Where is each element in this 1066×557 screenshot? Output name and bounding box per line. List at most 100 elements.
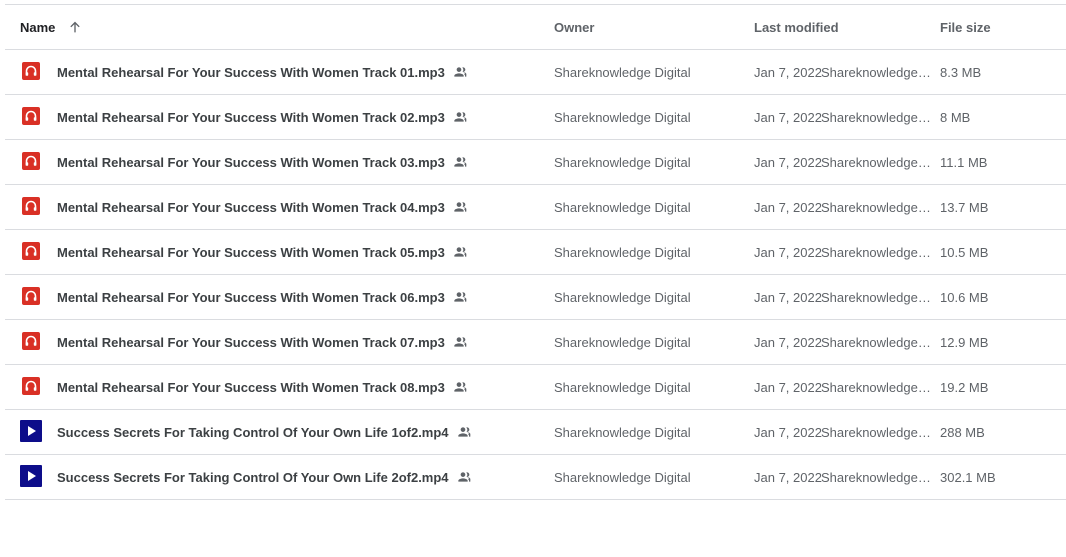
table-row[interactable]: Mental Rehearsal For Your Success With W… <box>5 50 1066 95</box>
file-name-cell[interactable]: Mental Rehearsal For Your Success With W… <box>57 185 469 229</box>
modified-date-cell: Jan 7, 2022 <box>754 199 822 215</box>
modified-by-cell: Shareknowledge D... <box>821 95 933 139</box>
modified-by-cell: Shareknowledge D... <box>821 455 933 499</box>
file-size-cell: 8.3 MB <box>940 64 982 80</box>
table-row[interactable]: Success Secrets For Taking Control Of Yo… <box>5 410 1066 455</box>
table-row[interactable]: Mental Rehearsal For Your Success With W… <box>5 275 1066 320</box>
table-row[interactable]: Mental Rehearsal For Your Success With W… <box>5 95 1066 140</box>
shared-people-icon <box>453 154 469 170</box>
owner-cell: Shareknowledge Digital <box>554 109 691 125</box>
file-list: Name Owner Last modified File size Menta… <box>5 5 1066 500</box>
file-size-cell: 12.9 MB <box>940 334 989 350</box>
shared-people-icon <box>457 469 473 485</box>
modified-by: Shareknowledge D... <box>821 469 933 485</box>
column-header-owner-label: Owner <box>554 19 595 35</box>
modified-by-cell: Shareknowledge D... <box>821 140 933 184</box>
file-name: Mental Rehearsal For Your Success With W… <box>57 199 445 215</box>
audio-file-icon <box>20 195 42 217</box>
shared-people-icon <box>453 289 469 305</box>
file-name-cell[interactable]: Mental Rehearsal For Your Success With W… <box>57 275 469 319</box>
arrow-up-icon[interactable] <box>67 19 83 35</box>
column-header-file-size-label: File size <box>940 19 991 35</box>
file-name: Mental Rehearsal For Your Success With W… <box>57 154 445 170</box>
column-header-last-modified-label: Last modified <box>754 19 839 35</box>
file-name-cell[interactable]: Mental Rehearsal For Your Success With W… <box>57 365 469 409</box>
modified-by-cell: Shareknowledge D... <box>821 50 933 94</box>
modified-by: Shareknowledge D... <box>821 64 933 80</box>
file-name-cell[interactable]: Mental Rehearsal For Your Success With W… <box>57 50 469 94</box>
modified-date-cell: Jan 7, 2022 <box>754 289 822 305</box>
file-name: Mental Rehearsal For Your Success With W… <box>57 379 445 395</box>
modified-by-cell: Shareknowledge D... <box>821 320 933 364</box>
file-name-cell[interactable]: Success Secrets For Taking Control Of Yo… <box>57 455 473 499</box>
modified-by: Shareknowledge D... <box>821 199 933 215</box>
table-row[interactable]: Success Secrets For Taking Control Of Yo… <box>5 455 1066 500</box>
modified-by-cell: Shareknowledge D... <box>821 185 933 229</box>
file-name: Mental Rehearsal For Your Success With W… <box>57 334 445 350</box>
modified-by: Shareknowledge D... <box>821 109 933 125</box>
file-size-cell: 302.1 MB <box>940 469 996 485</box>
video-file-icon <box>20 420 42 442</box>
table-row[interactable]: Mental Rehearsal For Your Success With W… <box>5 230 1066 275</box>
modified-by: Shareknowledge D... <box>821 244 933 260</box>
column-header-last-modified[interactable]: Last modified <box>754 5 839 49</box>
file-name-cell[interactable]: Success Secrets For Taking Control Of Yo… <box>57 410 473 454</box>
file-name: Mental Rehearsal For Your Success With W… <box>57 244 445 260</box>
list-header: Name Owner Last modified File size <box>5 5 1066 50</box>
modified-date-cell: Jan 7, 2022 <box>754 64 822 80</box>
file-rows: Mental Rehearsal For Your Success With W… <box>5 50 1066 500</box>
shared-people-icon <box>453 334 469 350</box>
file-size-cell: 10.5 MB <box>940 244 989 260</box>
owner-cell: Shareknowledge Digital <box>554 424 691 440</box>
modified-by-cell: Shareknowledge D... <box>821 410 933 454</box>
modified-date-cell: Jan 7, 2022 <box>754 334 822 350</box>
column-header-name[interactable]: Name <box>20 5 83 49</box>
file-name: Success Secrets For Taking Control Of Yo… <box>57 469 449 485</box>
audio-file-icon <box>20 105 42 127</box>
owner-cell: Shareknowledge Digital <box>554 64 691 80</box>
shared-people-icon <box>453 244 469 260</box>
shared-people-icon <box>457 424 473 440</box>
owner-cell: Shareknowledge Digital <box>554 334 691 350</box>
column-header-name-label: Name <box>20 19 56 35</box>
owner-cell: Shareknowledge Digital <box>554 244 691 260</box>
table-row[interactable]: Mental Rehearsal For Your Success With W… <box>5 320 1066 365</box>
owner-cell: Shareknowledge Digital <box>554 469 691 485</box>
audio-file-icon <box>20 150 42 172</box>
file-name-cell[interactable]: Mental Rehearsal For Your Success With W… <box>57 140 469 184</box>
table-row[interactable]: Mental Rehearsal For Your Success With W… <box>5 140 1066 185</box>
modified-by-cell: Shareknowledge D... <box>821 365 933 409</box>
audio-file-icon <box>20 330 42 352</box>
shared-people-icon <box>453 199 469 215</box>
video-file-icon <box>20 465 42 487</box>
modified-date-cell: Jan 7, 2022 <box>754 109 822 125</box>
file-size-cell: 10.6 MB <box>940 289 989 305</box>
column-header-owner[interactable]: Owner <box>554 5 594 49</box>
audio-file-icon <box>20 285 42 307</box>
modified-by: Shareknowledge D... <box>821 289 933 305</box>
modified-by: Shareknowledge D... <box>821 379 933 395</box>
audio-file-icon <box>20 375 42 397</box>
file-name-cell[interactable]: Mental Rehearsal For Your Success With W… <box>57 95 469 139</box>
owner-cell: Shareknowledge Digital <box>554 379 691 395</box>
modified-date-cell: Jan 7, 2022 <box>754 154 822 170</box>
file-name: Mental Rehearsal For Your Success With W… <box>57 64 445 80</box>
file-name: Success Secrets For Taking Control Of Yo… <box>57 424 449 440</box>
file-name-cell[interactable]: Mental Rehearsal For Your Success With W… <box>57 230 469 274</box>
file-name: Mental Rehearsal For Your Success With W… <box>57 289 445 305</box>
modified-by: Shareknowledge D... <box>821 334 933 350</box>
table-row[interactable]: Mental Rehearsal For Your Success With W… <box>5 185 1066 230</box>
file-size-cell: 8 MB <box>940 109 971 125</box>
file-name: Mental Rehearsal For Your Success With W… <box>57 109 445 125</box>
file-list-page: Name Owner Last modified File size Menta… <box>0 0 1066 557</box>
file-name-cell[interactable]: Mental Rehearsal For Your Success With W… <box>57 320 469 364</box>
modified-date-cell: Jan 7, 2022 <box>754 469 822 485</box>
modified-date-cell: Jan 7, 2022 <box>754 424 822 440</box>
column-header-file-size[interactable]: File size <box>940 5 991 49</box>
modified-by: Shareknowledge D... <box>821 154 933 170</box>
file-size-cell: 11.1 MB <box>940 154 988 170</box>
modified-date-cell: Jan 7, 2022 <box>754 379 822 395</box>
modified-date-cell: Jan 7, 2022 <box>754 244 822 260</box>
table-row[interactable]: Mental Rehearsal For Your Success With W… <box>5 365 1066 410</box>
owner-cell: Shareknowledge Digital <box>554 199 691 215</box>
